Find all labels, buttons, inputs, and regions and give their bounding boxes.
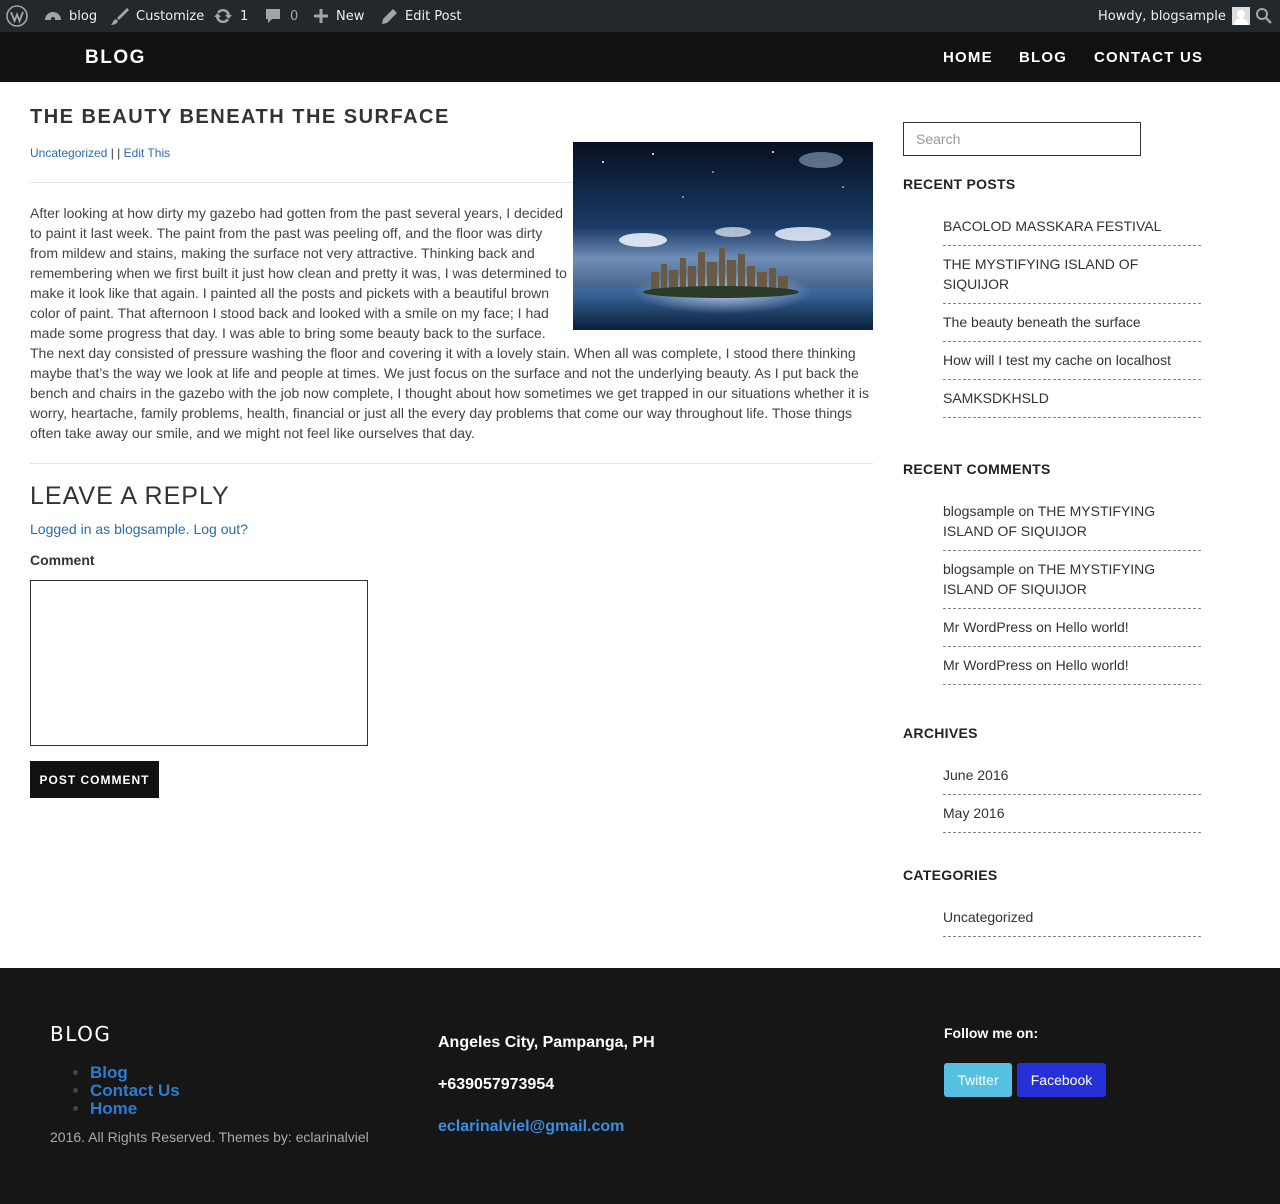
list-item: Mr WordPress on Hello world! [943, 647, 1201, 685]
admin-search-icon[interactable] [1255, 0, 1273, 32]
comment-label: Comment [30, 552, 95, 568]
recent-comments-list: blogsample on THE MYSTIFYING ISLAND OF S… [943, 493, 1201, 685]
plus-icon [314, 9, 328, 23]
recent-post-link[interactable]: SAMKSDKHSLD [943, 390, 1049, 406]
comment-author: blogsample [943, 503, 1015, 519]
facebook-button[interactable]: Facebook [1017, 1063, 1106, 1097]
new-content-menu[interactable]: New [313, 0, 364, 32]
archives-title: ARCHIVES [903, 725, 978, 741]
categories-title: CATEGORIES [903, 867, 998, 883]
post-comment-button[interactable]: POST COMMENT [30, 761, 159, 798]
comment-textarea[interactable] [30, 580, 368, 746]
profile-link[interactable]: Logged in as blogsample. [30, 521, 190, 537]
follow-label: Follow me on: [944, 1025, 1039, 1041]
recent-posts-list: BACOLOD MASSKARA FESTIVAL THE MYSTIFYING… [943, 208, 1201, 418]
list-item: Mr WordPress on Hello world! [943, 609, 1201, 647]
comments-count: 0 [290, 8, 299, 24]
archives-list: June 2016 May 2016 [943, 757, 1201, 833]
footer-links: Blog Contact Us Home [90, 1064, 180, 1118]
footer-title: BLOG [50, 1022, 112, 1046]
updates-menu[interactable]: 1 [213, 0, 248, 32]
pencil-icon [382, 8, 397, 24]
recent-comments-title: RECENT COMMENTS [903, 461, 1051, 477]
nav-contact-us[interactable]: CONTACT US [1094, 49, 1203, 66]
site-header: BLOG HOME BLOG CONTACT US [0, 32, 1280, 82]
edit-post-label: Edit Post [405, 8, 462, 24]
list-item: blogsample on THE MYSTIFYING ISLAND OF S… [943, 551, 1201, 609]
category-link[interactable]: Uncategorized [943, 909, 1033, 925]
avatar [1231, 7, 1250, 25]
list-item: THE MYSTIFYING ISLAND OF SIQUIJOR [943, 246, 1201, 304]
list-item: Blog [90, 1064, 180, 1082]
site-footer: BLOG Blog Contact Us Home 2016. All Righ… [0, 968, 1280, 1204]
new-label: New [336, 8, 365, 24]
recent-post-link[interactable]: THE MYSTIFYING ISLAND OF SIQUIJOR [943, 256, 1138, 292]
comment-on-text: on [1032, 619, 1056, 635]
category-link[interactable]: Uncategorized [30, 146, 107, 160]
site-name-label: blog [69, 8, 98, 24]
list-item: June 2016 [943, 757, 1201, 795]
nav-blog[interactable]: BLOG [1019, 49, 1067, 66]
comment-post-link[interactable]: Hello world! [1056, 657, 1129, 673]
categories-list: Uncategorized [943, 899, 1201, 937]
updates-count: 1 [240, 8, 249, 24]
admin-bar: blog Customize 1 0 New Edit Post Howdy, … [0, 0, 1280, 32]
comment-author: Mr WordPress [943, 657, 1033, 673]
logout-link[interactable]: Log out? [193, 521, 248, 537]
list-item: The beauty beneath the surface [943, 304, 1201, 342]
footer-email-link[interactable]: eclarinalviel@gmail.com [438, 1118, 624, 1136]
twitter-button[interactable]: Twitter [944, 1063, 1012, 1097]
copyright: 2016. All Rights Reserved. Themes by: ec… [50, 1129, 369, 1145]
search-input[interactable] [903, 122, 1141, 156]
comment-author: Mr WordPress [943, 619, 1033, 635]
archive-link[interactable]: June 2016 [943, 767, 1008, 783]
comment-on-text: on [1014, 561, 1038, 577]
customize-label: Customize [136, 8, 205, 24]
comment-post-link[interactable]: Hello world! [1056, 619, 1129, 635]
footer-link-contact-us[interactable]: Contact Us [90, 1081, 180, 1100]
paintbrush-icon [111, 8, 129, 25]
list-item: May 2016 [943, 795, 1201, 833]
list-item: blogsample on THE MYSTIFYING ISLAND OF S… [943, 493, 1201, 551]
divider [30, 182, 573, 183]
divider [30, 463, 873, 464]
updates-icon [214, 8, 232, 24]
post-meta: Uncategorized | | Edit This [30, 146, 170, 160]
meta-separator: | | [107, 146, 124, 160]
list-item: Uncategorized [943, 899, 1201, 937]
comment-on-text: on [1032, 657, 1056, 673]
footer-address: Angeles City, Pampanga, PH [438, 1034, 655, 1051]
reply-title: LEAVE A REPLY [30, 482, 230, 510]
list-item: How will I test my cache on localhost [943, 342, 1201, 380]
recent-post-link[interactable]: BACOLOD MASSKARA FESTIVAL [943, 218, 1161, 234]
comment-author: blogsample [943, 561, 1015, 577]
recent-post-link[interactable]: The beauty beneath the surface [943, 314, 1141, 330]
post-title: THE BEAUTY BENEATH THE SURFACE [30, 106, 450, 128]
howdy-label: Howdy, blogsample [1098, 8, 1226, 24]
dashboard-icon [45, 12, 61, 21]
footer-link-blog[interactable]: Blog [90, 1063, 128, 1082]
comment-bubble-icon [266, 9, 280, 23]
edit-this-link[interactable]: Edit This [124, 146, 170, 160]
comment-on-text: on [1014, 503, 1038, 519]
archive-link[interactable]: May 2016 [943, 805, 1004, 821]
site-title[interactable]: BLOG [85, 47, 146, 69]
my-account-menu[interactable]: Howdy, blogsample [1098, 0, 1250, 32]
list-item: BACOLOD MASSKARA FESTIVAL [943, 208, 1201, 246]
logged-in-notice: Logged in as blogsample. Log out? [30, 521, 248, 537]
footer-phone: +639057973954 [438, 1076, 555, 1093]
edit-post-menu[interactable]: Edit Post [381, 0, 462, 32]
comments-menu[interactable]: 0 [264, 0, 298, 32]
site-name-menu[interactable]: blog [43, 0, 97, 32]
list-item: Contact Us [90, 1082, 180, 1100]
customize-menu[interactable]: Customize [110, 0, 204, 32]
list-item: SAMKSDKHSLD [943, 380, 1201, 418]
list-item: Home [90, 1100, 180, 1118]
recent-post-link[interactable]: How will I test my cache on localhost [943, 352, 1171, 368]
recent-posts-title: RECENT POSTS [903, 176, 1016, 192]
wordpress-logo-icon[interactable] [6, 0, 28, 32]
footer-link-home[interactable]: Home [90, 1099, 137, 1118]
nav-home[interactable]: HOME [943, 49, 993, 66]
post-content: After looking at how dirty my gazebo had… [30, 203, 873, 443]
